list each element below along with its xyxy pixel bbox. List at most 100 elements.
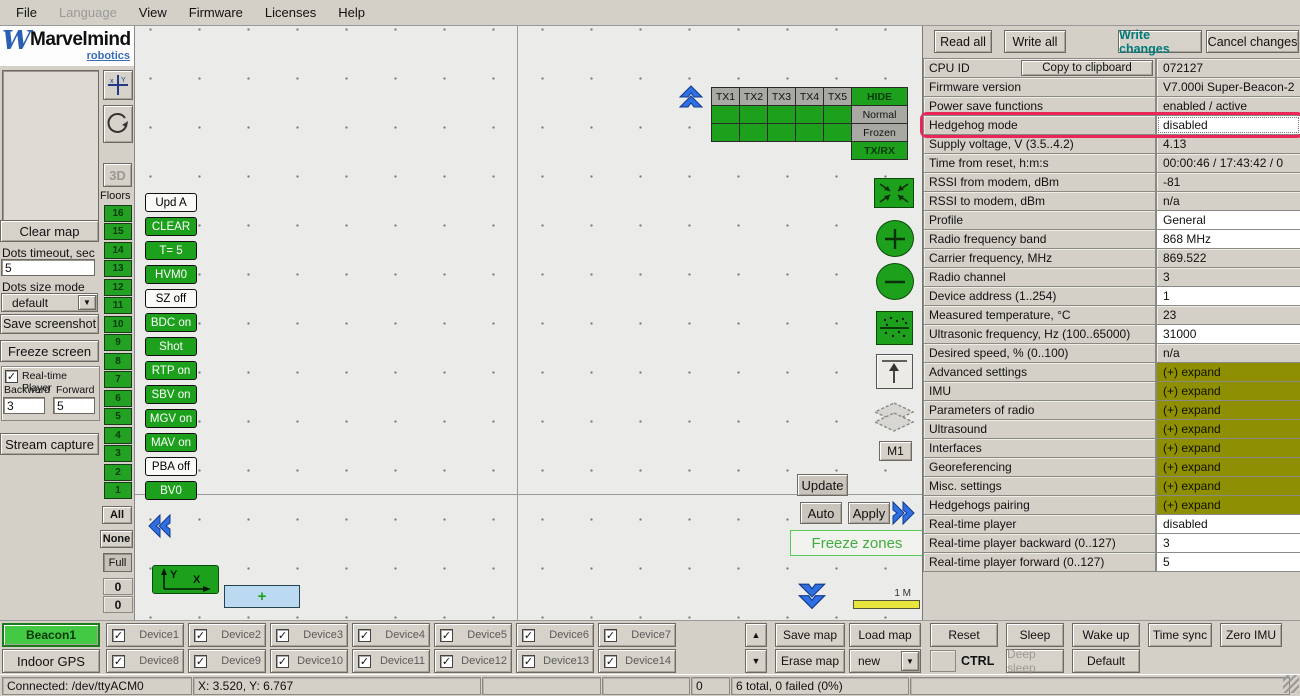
device-checkbox-device2[interactable]: ✓ <box>194 629 207 642</box>
chevron-right-double-icon[interactable] <box>892 500 918 526</box>
chevron-up-double-icon[interactable] <box>678 82 704 108</box>
chevron-down-double-icon[interactable] <box>797 582 827 614</box>
zoom-in-button[interactable] <box>876 220 914 257</box>
tx-header-tx2[interactable]: TX2 <box>739 87 768 106</box>
floor-button-14[interactable]: 14 <box>104 242 132 259</box>
device-button-device6[interactable]: Device6✓ <box>516 623 594 647</box>
tx-header-tx1[interactable]: TX1 <box>711 87 740 106</box>
device-checkbox-device8[interactable]: ✓ <box>112 655 125 668</box>
device-button-device14[interactable]: Device14✓ <box>598 649 676 673</box>
floor-button-8[interactable]: 8 <box>104 353 132 370</box>
floor-button-11[interactable]: 11 <box>104 297 132 314</box>
device-checkbox-device9[interactable]: ✓ <box>194 655 207 668</box>
tx-cell-frozen-4[interactable] <box>795 123 824 142</box>
time-sync-button[interactable]: Time sync <box>1148 623 1212 647</box>
device-checkbox-device5[interactable]: ✓ <box>440 629 453 642</box>
apply-button[interactable]: Apply <box>848 502 890 524</box>
device-checkbox-device7[interactable]: ✓ <box>604 629 617 642</box>
wake-up-button[interactable]: Wake up <box>1072 623 1140 647</box>
stream-capture-button[interactable]: Stream capture <box>0 433 99 455</box>
device-checkbox-device12[interactable]: ✓ <box>440 655 453 668</box>
zoom-out-button[interactable] <box>876 263 914 300</box>
load-map-button[interactable]: Load map <box>849 623 921 647</box>
device-button-device5[interactable]: Device5✓ <box>434 623 512 647</box>
axes-orientation-button[interactable]: Y X <box>152 565 219 594</box>
device-button-device2[interactable]: Device2✓ <box>188 623 266 647</box>
device-scroll-up-button[interactable]: ▲ <box>745 623 767 647</box>
property-value[interactable]: 3 <box>1156 533 1300 553</box>
add-submap-button[interactable]: + <box>224 585 300 608</box>
realtime-player-checkbox[interactable]: ✓ <box>5 370 18 383</box>
tx-header-tx3[interactable]: TX3 <box>767 87 796 106</box>
map-button-hvm0[interactable]: HVM0 <box>145 265 197 284</box>
floor-button-12[interactable]: 12 <box>104 279 132 296</box>
layers-icon[interactable] <box>872 401 916 437</box>
tx-cell-normal-5[interactable] <box>823 105 852 124</box>
upload-position-button[interactable] <box>876 354 913 389</box>
property-value[interactable]: (+) expand <box>1156 400 1300 420</box>
sleep-button[interactable]: Sleep <box>1006 623 1064 647</box>
device-checkbox-device10[interactable]: ✓ <box>276 655 289 668</box>
property-value[interactable]: (+) expand <box>1156 495 1300 515</box>
floors-none-button[interactable]: None <box>100 530 133 548</box>
tx-txrx-button[interactable]: TX/RX <box>851 141 908 160</box>
property-value[interactable]: disabled <box>1156 115 1300 135</box>
device-button-device7[interactable]: Device7✓ <box>598 623 676 647</box>
resize-grip-icon[interactable] <box>1283 675 1299 693</box>
dots-size-select[interactable]: default ▼ <box>1 293 98 312</box>
axes-tool-button[interactable]: x Y <box>103 70 133 100</box>
auto-button[interactable]: Auto <box>800 502 842 524</box>
device-button-device8[interactable]: Device8✓ <box>106 649 184 673</box>
menu-item-view[interactable]: View <box>129 2 177 23</box>
device-button-device11[interactable]: Device11✓ <box>352 649 430 673</box>
tx-header-tx4[interactable]: TX4 <box>795 87 824 106</box>
floor-button-3[interactable]: 3 <box>104 445 132 462</box>
map-select[interactable]: new ▼ <box>849 649 921 673</box>
floor-button-4[interactable]: 4 <box>104 427 132 444</box>
clear-map-button[interactable]: Clear map <box>0 220 99 242</box>
device-checkbox-device4[interactable]: ✓ <box>358 629 371 642</box>
floors-all-button[interactable]: All <box>102 506 132 524</box>
floors-full-button[interactable]: Full <box>103 553 132 572</box>
property-value[interactable]: disabled <box>1156 514 1300 534</box>
device-button-device9[interactable]: Device9✓ <box>188 649 266 673</box>
floor-button-10[interactable]: 10 <box>104 316 132 333</box>
save-screenshot-button[interactable]: Save screenshot <box>0 314 99 334</box>
map-button-mgv-on[interactable]: MGV on <box>145 409 197 428</box>
menu-item-language[interactable]: Language <box>49 2 127 23</box>
map-button-t-5[interactable]: T= 5 <box>145 241 197 260</box>
device-button-device13[interactable]: Device13✓ <box>516 649 594 673</box>
menu-item-licenses[interactable]: Licenses <box>255 2 326 23</box>
property-value[interactable]: (+) expand <box>1156 362 1300 382</box>
dots-display-button[interactable] <box>876 311 913 345</box>
tx-cell-frozen-3[interactable] <box>767 123 796 142</box>
property-value[interactable]: 5 <box>1156 552 1300 572</box>
map-area[interactable]: TX1TX2TX3TX4TX5HIDENormalFrozenTX/RX Upd… <box>135 26 922 620</box>
device-button-device1[interactable]: Device1✓ <box>106 623 184 647</box>
write-changes-button[interactable]: Write changes <box>1118 30 1202 53</box>
property-value[interactable]: (+) expand <box>1156 476 1300 496</box>
property-value[interactable]: 868 MHz <box>1156 229 1300 249</box>
tx-mode-normal[interactable]: Normal <box>851 105 908 124</box>
property-value[interactable]: General <box>1156 210 1300 230</box>
device-button-device12[interactable]: Device12✓ <box>434 649 512 673</box>
map-button-pba-off[interactable]: PBA off <box>145 457 197 476</box>
menu-item-firmware[interactable]: Firmware <box>179 2 253 23</box>
property-value[interactable]: (+) expand <box>1156 457 1300 477</box>
3d-view-button[interactable]: 3D <box>103 163 132 187</box>
device-checkbox-device3[interactable]: ✓ <box>276 629 289 642</box>
device-scroll-down-button[interactable]: ▼ <box>745 649 767 673</box>
map-button-upd-a[interactable]: Upd A <box>145 193 197 212</box>
device-checkbox-device6[interactable]: ✓ <box>522 629 535 642</box>
dots-size-dropdown-arrow-icon[interactable]: ▼ <box>78 295 96 310</box>
deep-sleep-button[interactable]: Deep sleep <box>1006 649 1064 673</box>
tx-cell-normal-4[interactable] <box>795 105 824 124</box>
default-button[interactable]: Default <box>1072 649 1140 673</box>
tx-cell-normal-1[interactable] <box>711 105 740 124</box>
update-button[interactable]: Update <box>797 474 848 496</box>
write-all-button[interactable]: Write all <box>1004 30 1066 53</box>
floor-button-15[interactable]: 15 <box>104 223 132 240</box>
map-button-clear[interactable]: CLEAR <box>145 217 197 236</box>
device-checkbox-device1[interactable]: ✓ <box>112 629 125 642</box>
cancel-changes-button[interactable]: Cancel changes <box>1206 30 1299 53</box>
